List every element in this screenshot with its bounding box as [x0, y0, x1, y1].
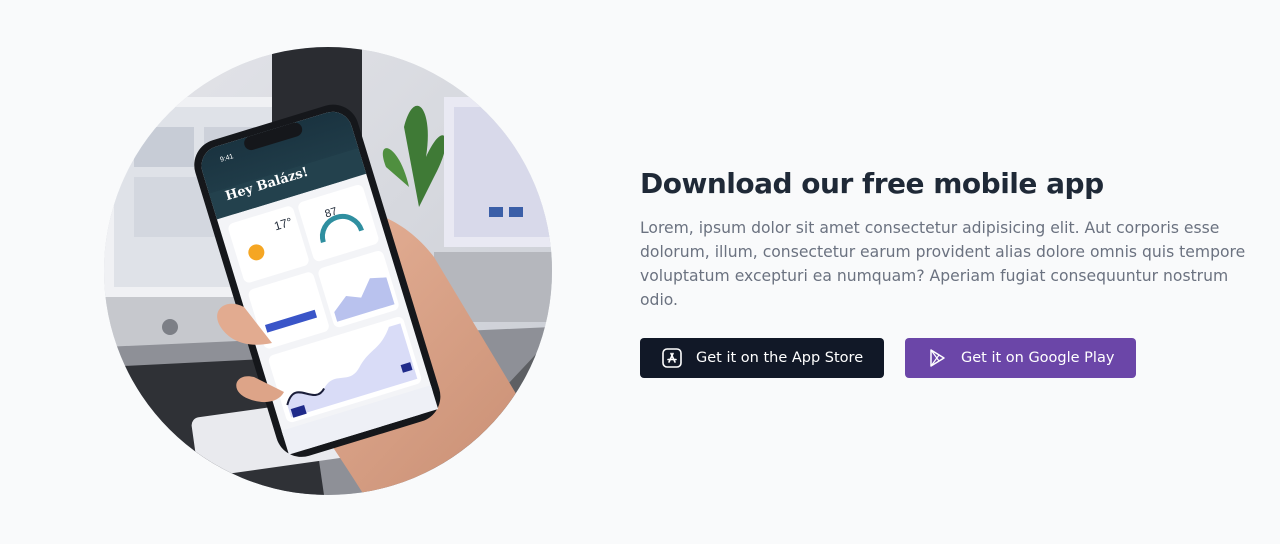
app-store-label: Get it on the App Store	[696, 350, 864, 366]
app-store-icon	[662, 347, 682, 369]
google-play-label: Get it on Google Play	[961, 350, 1115, 366]
download-section: Download our free mobile app Lorem, ipsu…	[640, 166, 1266, 378]
section-title: Download our free mobile app	[640, 167, 1104, 200]
google-play-button[interactable]: Get it on Google Play	[905, 338, 1136, 378]
store-buttons: Get it on the App Store Get it on Google…	[640, 338, 1136, 378]
app-preview-photo: Hey Balázs! 9:41 17° 87 23	[104, 47, 552, 495]
section-description: Lorem, ipsum dolor sit amet consectetur …	[640, 219, 1246, 309]
app-store-button[interactable]: Get it on the App Store	[640, 338, 884, 378]
google-play-icon	[927, 347, 947, 369]
